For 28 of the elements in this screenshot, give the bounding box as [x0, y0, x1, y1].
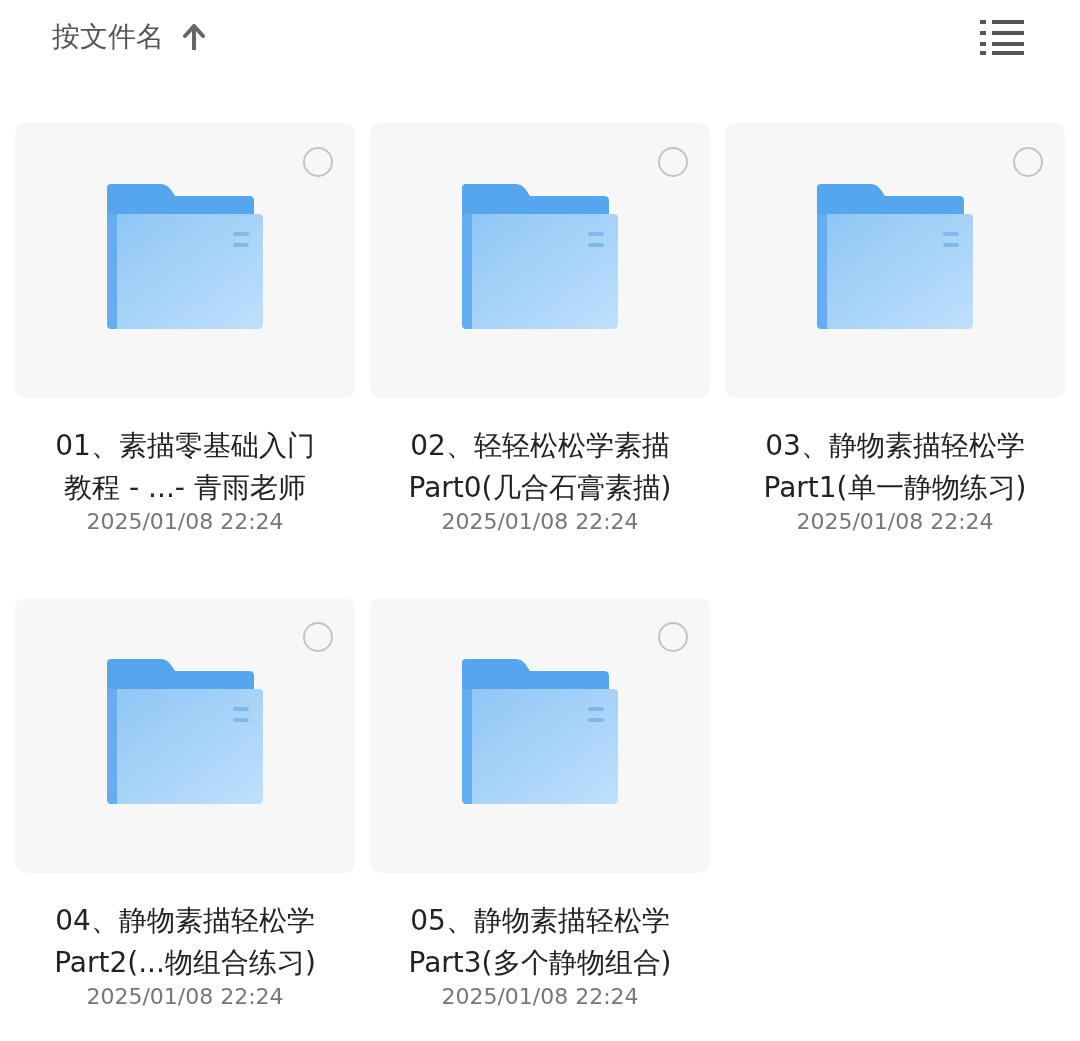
folder-icon [107, 184, 263, 329]
modified-date: 2025/01/08 22:24 [86, 508, 284, 536]
folder-icon [462, 184, 618, 329]
folder-name: 02、轻轻松松学素描 [410, 428, 670, 464]
folder-thumbnail[interactable] [370, 123, 710, 398]
modified-date: 2025/01/08 22:24 [86, 983, 284, 1011]
sort-label[interactable]: 按文件名 [52, 16, 164, 58]
folder-thumbnail[interactable] [15, 598, 355, 873]
folder-name: 05、静物素描轻松学 [410, 903, 670, 939]
modified-date: 2025/01/08 22:24 [441, 983, 639, 1011]
folder-name: Part0(几合石膏素描) [408, 470, 672, 506]
folder-name: 01、素描零基础入门 [55, 428, 315, 464]
list-view-icon[interactable] [980, 19, 1024, 55]
folder-thumbnail[interactable] [725, 123, 1065, 398]
folder-name: 教程 - ...- 青雨老师 [64, 470, 306, 506]
folder-icon [462, 659, 618, 804]
folder-thumbnail[interactable] [15, 123, 355, 398]
folder-icon [107, 659, 263, 804]
folder-thumbnail[interactable] [370, 598, 710, 873]
arrow-up-icon[interactable] [182, 24, 206, 50]
folder-name: Part1(单一静物练习) [763, 470, 1027, 506]
modified-date: 2025/01/08 22:24 [441, 508, 639, 536]
modified-date: 2025/01/08 22:24 [796, 508, 994, 536]
folder-name: 04、静物素描轻松学 [55, 903, 315, 939]
folder-name: Part2(...物组合练习) [54, 945, 316, 981]
folder-name: 03、静物素描轻松学 [765, 428, 1025, 464]
folder-icon [817, 184, 973, 329]
folder-name: Part3(多个静物组合) [408, 945, 672, 981]
